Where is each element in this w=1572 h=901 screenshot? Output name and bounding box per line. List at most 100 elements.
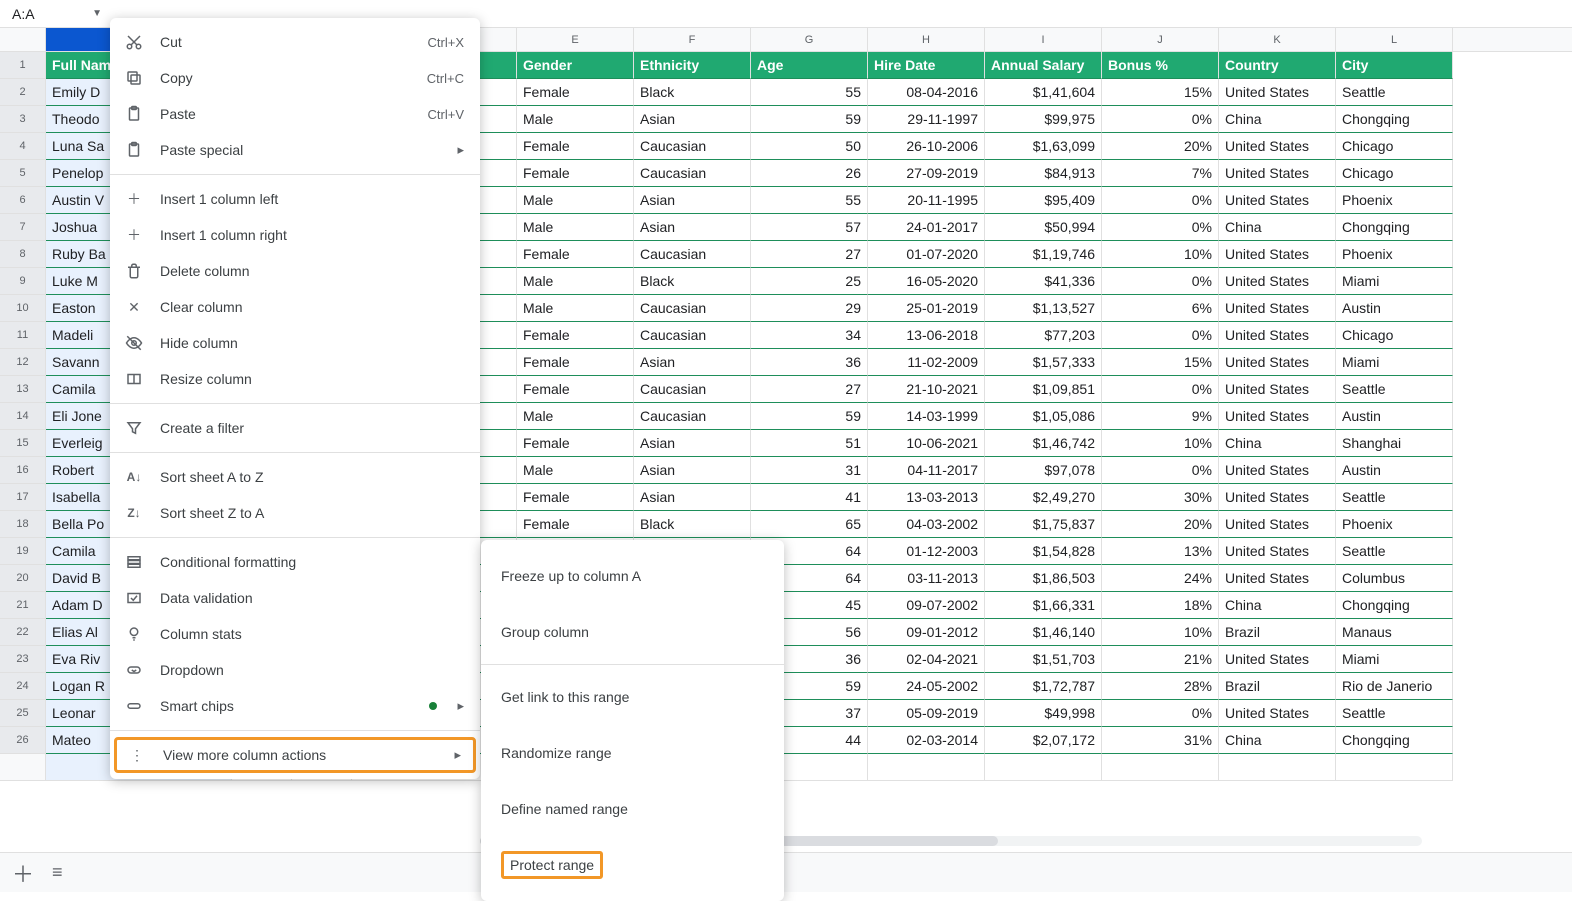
cell[interactable]: Female xyxy=(517,430,634,457)
cell[interactable]: 24% xyxy=(1102,565,1219,592)
cell[interactable]: Shanghai xyxy=(1336,430,1453,457)
row-header[interactable]: 26 xyxy=(0,727,46,754)
header-cell[interactable]: Annual Salary xyxy=(985,52,1102,79)
cell[interactable]: 03-11-2013 xyxy=(868,565,985,592)
submenu-protect-range[interactable]: Protect range xyxy=(481,837,784,893)
all-sheets-button[interactable]: ≡ xyxy=(52,862,63,883)
cell[interactable]: 02-03-2014 xyxy=(868,727,985,754)
cell[interactable]: 26-10-2006 xyxy=(868,133,985,160)
cell[interactable]: Seattle xyxy=(1336,79,1453,106)
cell[interactable]: $50,994 xyxy=(985,214,1102,241)
cell[interactable] xyxy=(985,754,1102,781)
cell[interactable]: 27-09-2019 xyxy=(868,160,985,187)
row-header[interactable]: 9 xyxy=(0,268,46,295)
cell[interactable]: 25-01-2019 xyxy=(868,295,985,322)
cell[interactable]: 18% xyxy=(1102,592,1219,619)
row-header[interactable]: 13 xyxy=(0,376,46,403)
row-header[interactable]: 14 xyxy=(0,403,46,430)
cell[interactable]: Austin xyxy=(1336,457,1453,484)
cell[interactable]: Chongqing xyxy=(1336,106,1453,133)
row-header[interactable]: 12 xyxy=(0,349,46,376)
cell[interactable]: Chicago xyxy=(1336,133,1453,160)
cell[interactable]: Asian xyxy=(634,187,751,214)
cell[interactable]: Female xyxy=(517,241,634,268)
cell[interactable]: 65 xyxy=(751,511,868,538)
menu-dropdown[interactable]: Dropdown xyxy=(110,652,480,688)
cell[interactable]: $2,49,270 xyxy=(985,484,1102,511)
cell[interactable]: 0% xyxy=(1102,700,1219,727)
menu-cut[interactable]: Cut Ctrl+X xyxy=(110,24,480,60)
cell[interactable]: 0% xyxy=(1102,322,1219,349)
cell[interactable]: Austin xyxy=(1336,403,1453,430)
cell[interactable]: Asian xyxy=(634,484,751,511)
cell[interactable]: 21-10-2021 xyxy=(868,376,985,403)
cell[interactable]: 59 xyxy=(751,403,868,430)
menu-insert-right[interactable]: ＋ Insert 1 column right xyxy=(110,217,480,253)
cell[interactable]: United States xyxy=(1219,484,1336,511)
cell[interactable]: $49,998 xyxy=(985,700,1102,727)
cell[interactable]: 04-11-2017 xyxy=(868,457,985,484)
cell[interactable]: Female xyxy=(517,79,634,106)
menu-sort-za[interactable]: Z↓ Sort sheet Z to A xyxy=(110,495,480,531)
cell[interactable]: Seattle xyxy=(1336,538,1453,565)
cell[interactable]: $97,078 xyxy=(985,457,1102,484)
submenu-group[interactable]: Group column xyxy=(481,604,784,660)
row-header[interactable]: 6 xyxy=(0,187,46,214)
cell[interactable]: United States xyxy=(1219,646,1336,673)
cell[interactable]: China xyxy=(1219,727,1336,754)
cell[interactable]: Miami xyxy=(1336,646,1453,673)
cell[interactable]: United States xyxy=(1219,322,1336,349)
cell[interactable]: 59 xyxy=(751,106,868,133)
cell[interactable]: 36 xyxy=(751,349,868,376)
cell[interactable]: 9% xyxy=(1102,403,1219,430)
cell[interactable]: Male xyxy=(517,187,634,214)
cell[interactable]: Seattle xyxy=(1336,376,1453,403)
cell[interactable]: 7% xyxy=(1102,160,1219,187)
cell[interactable]: 01-07-2020 xyxy=(868,241,985,268)
cell[interactable]: 31% xyxy=(1102,727,1219,754)
cell[interactable]: 0% xyxy=(1102,457,1219,484)
cell[interactable] xyxy=(1102,754,1219,781)
cell[interactable]: Female xyxy=(517,160,634,187)
cell[interactable]: Male xyxy=(517,214,634,241)
header-cell[interactable]: Ethnicity xyxy=(634,52,751,79)
cell[interactable] xyxy=(1336,754,1453,781)
row-header[interactable]: 24 xyxy=(0,673,46,700)
column-header-f[interactable]: F xyxy=(634,28,751,51)
cell[interactable]: Phoenix xyxy=(1336,187,1453,214)
cell[interactable]: $1,72,787 xyxy=(985,673,1102,700)
column-header-j[interactable]: J xyxy=(1102,28,1219,51)
cell[interactable]: 24-01-2017 xyxy=(868,214,985,241)
row-header[interactable]: 3 xyxy=(0,106,46,133)
cell[interactable]: Female xyxy=(517,511,634,538)
cell[interactable]: Columbus xyxy=(1336,565,1453,592)
cell[interactable]: 15% xyxy=(1102,349,1219,376)
cell[interactable]: Male xyxy=(517,268,634,295)
row-header[interactable]: 2 xyxy=(0,79,46,106)
cell[interactable]: 51 xyxy=(751,430,868,457)
cell[interactable]: Male xyxy=(517,295,634,322)
cell[interactable]: $1,41,604 xyxy=(985,79,1102,106)
cell[interactable]: $1,66,331 xyxy=(985,592,1102,619)
submenu-get-link[interactable]: Get link to this range xyxy=(481,669,784,725)
cell[interactable]: Rio de Janerio xyxy=(1336,673,1453,700)
cell[interactable]: 50 xyxy=(751,133,868,160)
cell[interactable]: Manaus xyxy=(1336,619,1453,646)
cell[interactable]: 41 xyxy=(751,484,868,511)
cell[interactable]: 0% xyxy=(1102,106,1219,133)
cell[interactable]: 13% xyxy=(1102,538,1219,565)
cell[interactable]: United States xyxy=(1219,295,1336,322)
row-header[interactable]: 11 xyxy=(0,322,46,349)
column-header-k[interactable]: K xyxy=(1219,28,1336,51)
row-header[interactable]: 5 xyxy=(0,160,46,187)
cell[interactable]: Caucasian xyxy=(634,322,751,349)
cell[interactable]: 10% xyxy=(1102,619,1219,646)
cell[interactable] xyxy=(1219,754,1336,781)
cell[interactable]: $1,09,851 xyxy=(985,376,1102,403)
row-header[interactable]: 15 xyxy=(0,430,46,457)
cell[interactable]: Black xyxy=(634,268,751,295)
menu-column-stats[interactable]: Column stats xyxy=(110,616,480,652)
cell[interactable]: China xyxy=(1219,592,1336,619)
cell[interactable]: $1,63,099 xyxy=(985,133,1102,160)
cell[interactable]: $1,13,527 xyxy=(985,295,1102,322)
